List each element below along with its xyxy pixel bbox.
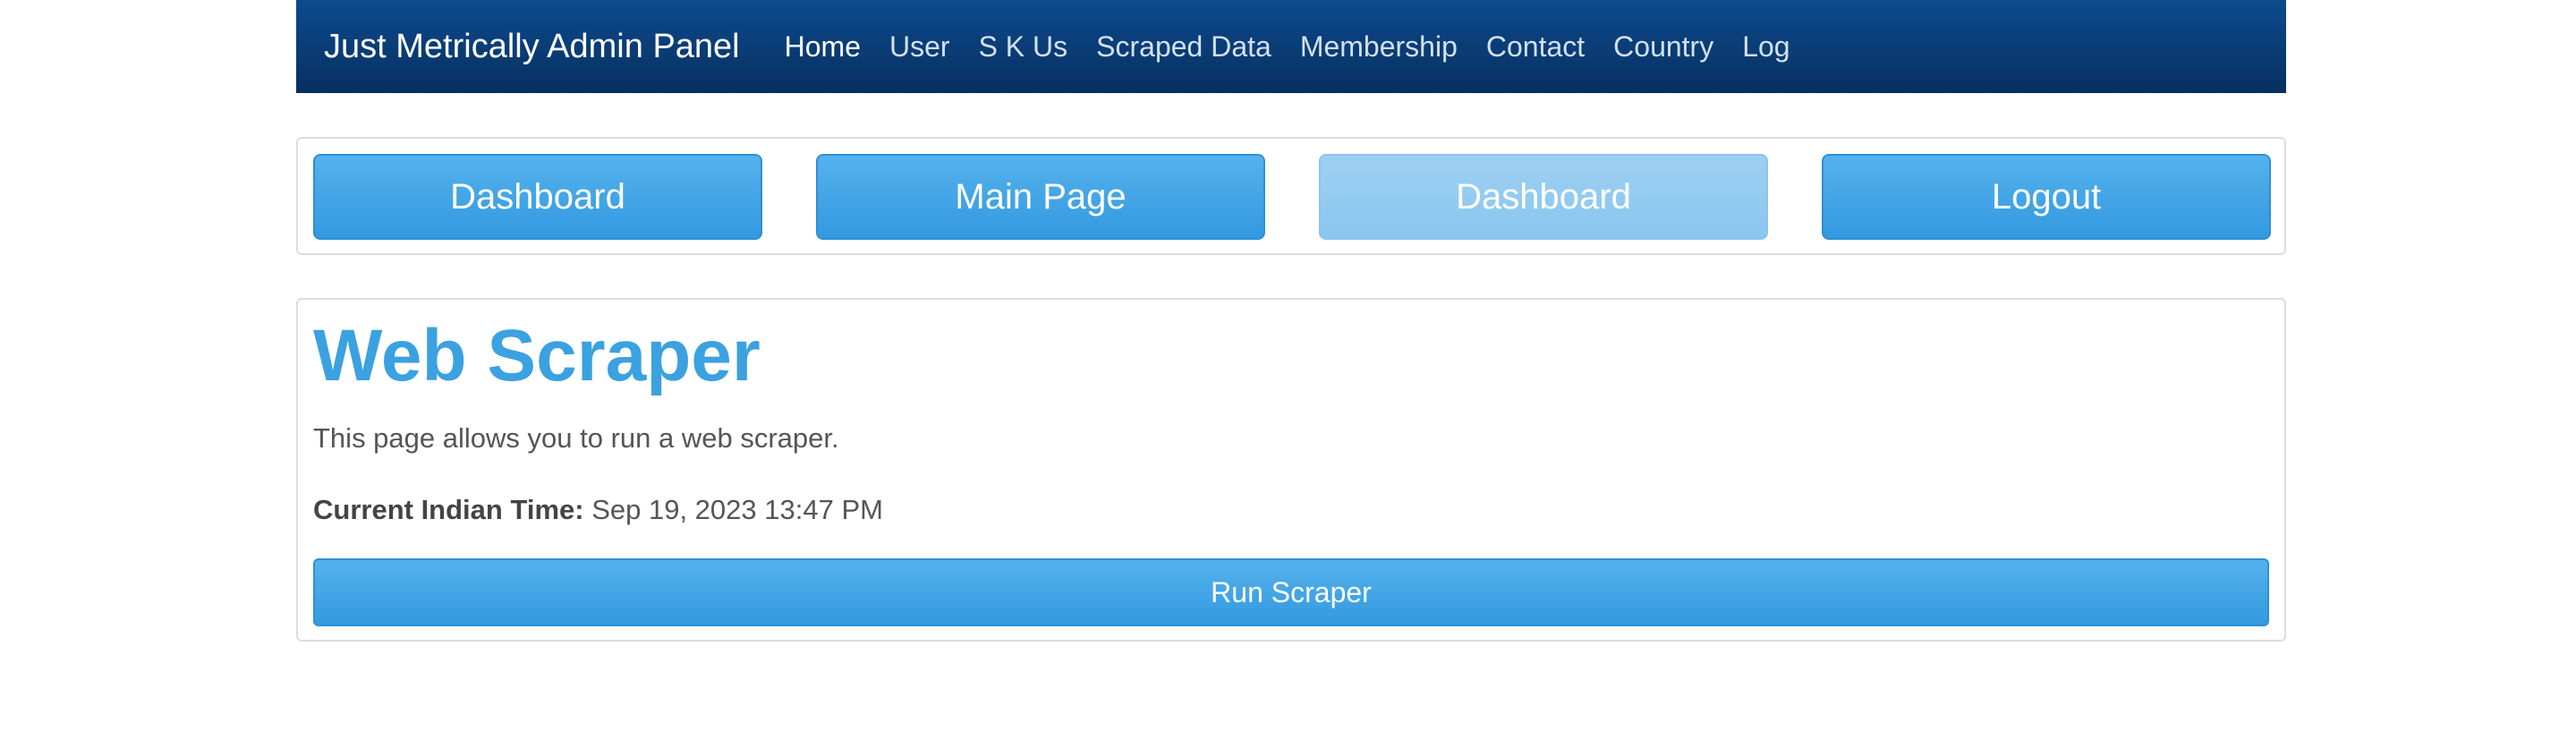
nav-link-membership[interactable]: Membership [1286,30,1472,64]
current-time-line: Current Indian Time: Sep 19, 2023 13:47 … [313,494,883,526]
nav-link-home[interactable]: Home [770,30,875,64]
quick-actions-panel: Dashboard Main Page Dashboard Logout [296,137,2286,255]
nav-link-user[interactable]: User [875,30,965,64]
page-container: Just Metrically Admin Panel Home User S … [296,0,2286,642]
nav-link-skus[interactable]: S K Us [965,30,1083,64]
dashboard-button[interactable]: Dashboard [313,154,762,240]
dashboard-button-disabled: Dashboard [1319,154,1768,240]
nav-link-scraped-data[interactable]: Scraped Data [1082,30,1286,64]
brand-link[interactable]: Just Metrically Admin Panel [324,28,740,66]
nav-link-country[interactable]: Country [1599,30,1728,64]
web-scraper-card: Web Scraper This page allows you to run … [296,298,2286,642]
page-title: Web Scraper [313,315,761,396]
current-time-value: Sep 19, 2023 13:47 PM [591,494,883,525]
current-time-label: Current Indian Time: [313,494,584,525]
top-navbar: Just Metrically Admin Panel Home User S … [296,0,2286,93]
main-page-button[interactable]: Main Page [816,154,1265,240]
nav-link-contact[interactable]: Contact [1472,30,1599,64]
page-description: This page allows you to run a web scrape… [313,422,839,454]
nav-link-log[interactable]: Log [1728,30,1804,64]
nav-links: Home User S K Us Scraped Data Membership… [770,30,1805,64]
run-scraper-button[interactable]: Run Scraper [313,558,2269,626]
logout-button[interactable]: Logout [1822,154,2271,240]
